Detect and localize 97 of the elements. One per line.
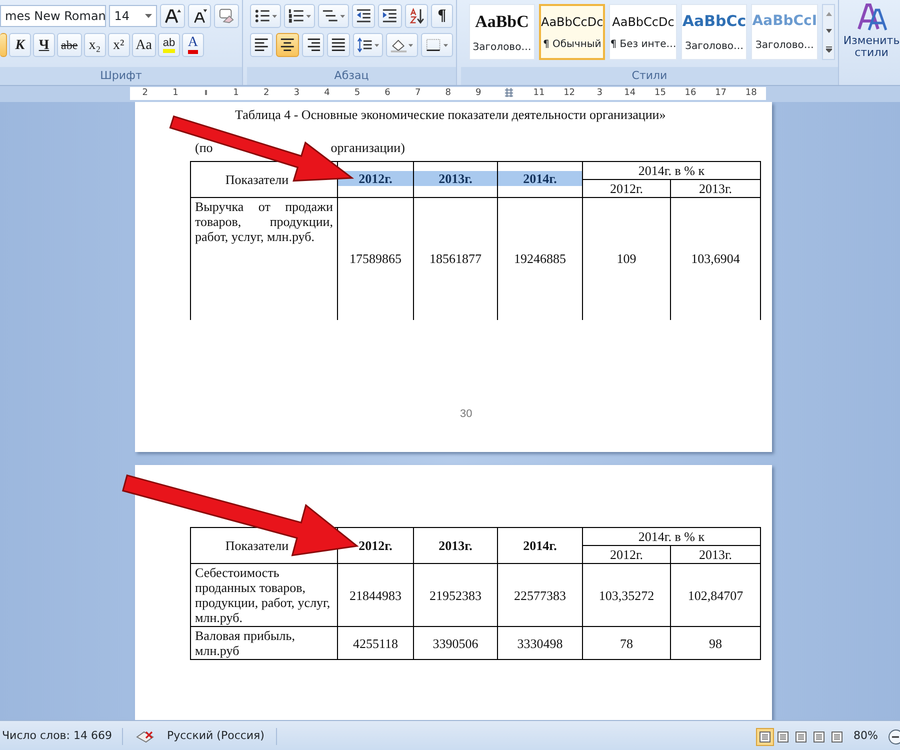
group-label: Абзац <box>334 69 369 82</box>
shrink-font-icon <box>192 8 208 24</box>
group-label: Стили <box>632 69 668 82</box>
increase-indent-button[interactable] <box>378 4 402 28</box>
shading-button[interactable] <box>386 33 418 57</box>
more-icon <box>826 46 832 52</box>
borders-button[interactable] <box>421 33 454 57</box>
table-header: 2012г. <box>582 180 670 198</box>
ruler: 2 1 1 2 3 4 5 6 7 8 9 11 12 3 14 15 16 17 18 <box>130 87 766 100</box>
align-center-button[interactable] <box>276 33 298 57</box>
style-option[interactable]: AaBbCc Заголово… <box>681 4 748 60</box>
language-status[interactable]: Русский (Россия) <box>166 728 278 745</box>
table-caption: Таблица 4 - Основные экономические показатели деятельности организации» <box>235 106 667 124</box>
zoom-out-icon[interactable] <box>886 728 900 746</box>
table-marker-icon <box>504 88 513 98</box>
table-cell: 3390506 <box>414 626 498 660</box>
paint-bucket-icon <box>390 37 414 53</box>
multilevel-list-button[interactable] <box>318 4 349 28</box>
highlight-button[interactable]: ab <box>158 33 180 57</box>
print-layout-icon <box>758 730 771 742</box>
zoom-level[interactable]: 80% <box>854 728 878 745</box>
align-left-icon <box>254 37 269 53</box>
table-cell: 21952383 <box>414 564 498 626</box>
table-cell: Выручка от продажи товаров, продукции, работ, услуг, млн.руб. <box>190 198 338 320</box>
show-marks-button[interactable]: ¶ <box>430 4 453 28</box>
decrease-indent-button[interactable] <box>352 4 376 28</box>
sort-icon <box>408 8 424 24</box>
bullets-button[interactable] <box>250 4 281 28</box>
table-header: 2014г. <box>498 171 582 186</box>
style-option[interactable]: AaBbCcI Заголово… <box>751 4 818 60</box>
style-option[interactable]: AaBbC Заголово… <box>469 4 535 60</box>
page-number: 30 <box>460 406 474 422</box>
align-right-button[interactable] <box>302 33 324 57</box>
borders-icon <box>425 37 450 53</box>
source-note: (по <box>195 138 213 157</box>
font-color-button[interactable]: A <box>182 33 204 57</box>
decrease-indent-icon <box>356 8 372 24</box>
table-header: 2012г. <box>582 546 670 564</box>
font-name-field[interactable]: mes New Roman <box>0 5 106 27</box>
style-option[interactable]: AaBbCcDc ¶ Без инте… <box>609 4 678 60</box>
source-note: организации) <box>330 138 405 157</box>
align-right-icon <box>306 37 320 53</box>
align-justify-icon <box>331 37 346 53</box>
table-cell: 102,84707 <box>670 564 760 626</box>
increase-indent-icon <box>382 8 398 24</box>
change-styles-button[interactable]: Изменить стили <box>843 0 900 85</box>
align-left-button[interactable] <box>250 33 273 57</box>
align-justify-button[interactable] <box>327 33 350 57</box>
subscript-button[interactable]: x₂ <box>84 33 106 57</box>
table-header: 2014г. в % к <box>582 528 760 546</box>
view-button[interactable] <box>756 728 774 746</box>
clear-format-button[interactable] <box>214 4 240 28</box>
eraser-icon <box>218 8 236 24</box>
align-center-icon <box>280 37 294 53</box>
table-header: 2013г. <box>438 538 472 553</box>
sort-button[interactable] <box>404 4 428 28</box>
scroll-up-icon <box>826 12 832 16</box>
table-cell: 22577383 <box>498 564 582 626</box>
table-header: 2014г. <box>523 538 557 553</box>
table-cell: 98 <box>670 626 760 660</box>
shrink-font-button[interactable] <box>188 4 212 28</box>
table-header: 2014г. в % к <box>582 162 760 180</box>
style-scroll[interactable] <box>822 4 836 60</box>
word-count[interactable]: Число слов: 14 669 <box>0 728 123 745</box>
grow-font-icon <box>164 8 181 24</box>
dropdown-icon <box>144 14 152 18</box>
numbering-button[interactable] <box>284 4 315 28</box>
table-header: 2013г. <box>670 546 760 564</box>
italic-button[interactable]: К <box>9 33 31 57</box>
bullet-list-icon <box>254 8 277 24</box>
table-cell: Себестоимость проданных товаров, продукции, работ, услуг, млн.руб. <box>190 564 338 626</box>
superscript-button[interactable]: x² <box>108 33 130 57</box>
scroll-down-icon <box>826 28 832 32</box>
group-label: Шрифт <box>100 69 142 82</box>
style-option[interactable]: AaBbCcDc ¶ Обычный <box>538 4 606 60</box>
strikethrough-button[interactable]: abe <box>57 33 82 57</box>
table-cell: 3330498 <box>498 626 582 660</box>
table-header: 2012г. <box>358 538 392 553</box>
proofing-icon[interactable] <box>134 728 155 744</box>
line-spacing-icon <box>357 37 380 53</box>
table-cell: 4255118 <box>338 626 414 660</box>
table-header: 2012г. <box>338 171 413 186</box>
table-cell: 103,35272 <box>582 564 670 626</box>
underline-button[interactable]: Ч <box>33 33 55 57</box>
table-cell: 21844983 <box>338 564 414 626</box>
tick-icon <box>204 90 207 96</box>
table-cell: Валовая прибыль, млн.руб <box>190 626 338 660</box>
table-cell: 78 <box>582 626 670 660</box>
multilevel-list-icon <box>322 8 345 24</box>
table-header: 2013г. <box>670 180 760 198</box>
font-size-field[interactable]: 14 <box>109 5 157 27</box>
letters-icon <box>856 2 886 32</box>
line-spacing-button[interactable] <box>353 33 384 57</box>
numbered-list-icon <box>288 8 311 24</box>
change-case-button[interactable]: Aa <box>132 33 156 57</box>
table-header: 2013г. <box>414 171 497 186</box>
grow-font-button[interactable] <box>160 4 185 28</box>
